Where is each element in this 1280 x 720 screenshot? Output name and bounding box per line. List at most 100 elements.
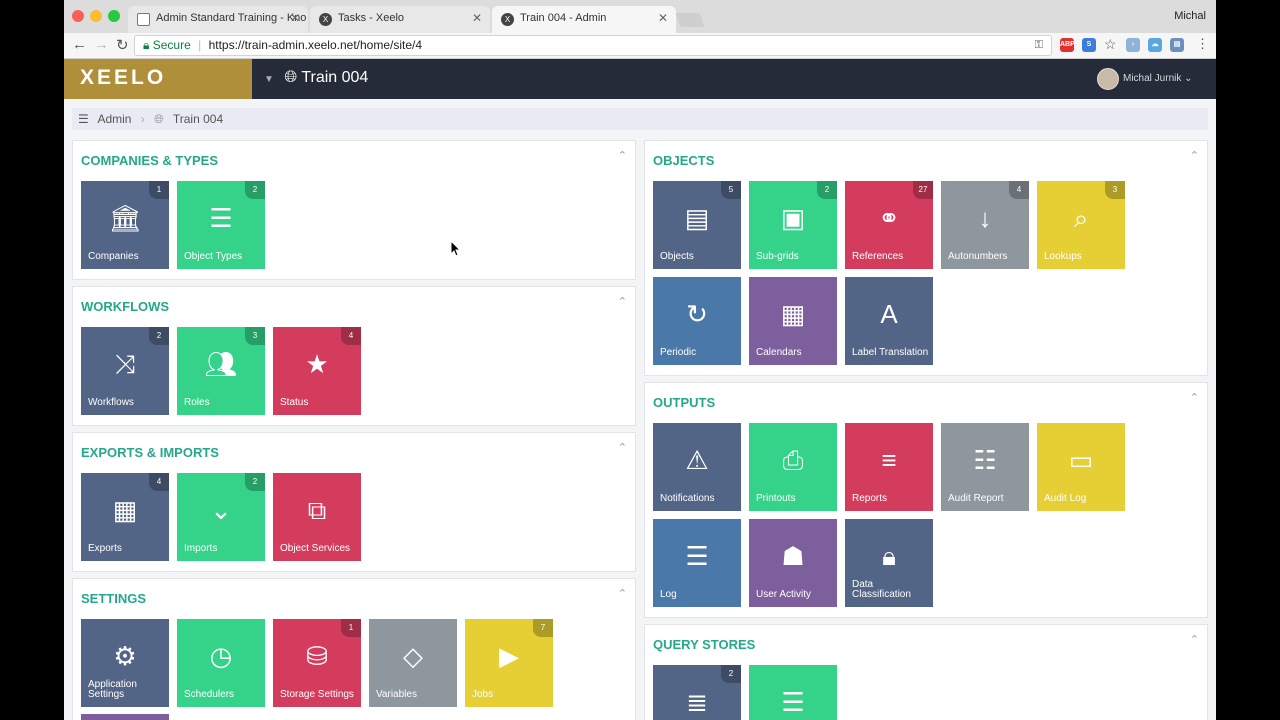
chevron-up-icon[interactable]: ⌃ <box>618 295 627 308</box>
separator: | <box>198 38 202 52</box>
tile-periodic[interactable]: ↻ Periodic <box>653 277 741 365</box>
tile-calendars[interactable]: ▦ Calendars <box>749 277 837 365</box>
panel-title: EXPORTS & IMPORTS <box>81 445 219 460</box>
tile-log[interactable]: ☰ Log <box>653 519 741 607</box>
xeelo-logo[interactable]: XEELO <box>64 59 252 99</box>
panel-title: OBJECTS <box>653 153 715 168</box>
translate-icon: A <box>880 299 898 329</box>
chevron-up-icon[interactable]: ⌃ <box>1190 149 1199 162</box>
refresh-icon: ↻ <box>686 299 708 329</box>
tile-label: Object Types <box>184 251 243 262</box>
tab-train-admin[interactable]: X Train 004 - Admin ✕ <box>492 6 676 33</box>
tile-exports[interactable]: 4 ▦ Exports <box>81 473 169 561</box>
panel-title: WORKFLOWS <box>81 299 170 314</box>
tile-jobs[interactable]: 7 ▶ Jobs <box>465 619 553 707</box>
link-icon: ⚭ <box>878 203 900 233</box>
avatar[interactable] <box>1097 68 1119 90</box>
star-icon[interactable]: ☆ <box>1104 36 1117 53</box>
tile-status[interactable]: 4 ★ Status <box>273 327 361 415</box>
tile-printouts[interactable]: ⎙ Printouts <box>749 423 837 511</box>
site-selector[interactable]: ▼ 🌐︎ Train 004 <box>264 69 368 87</box>
user-menu[interactable]: Michal Jurnik ⌄ <box>1123 73 1193 84</box>
extension-icon[interactable]: › <box>1126 38 1140 52</box>
count-badge: 5 <box>721 181 741 199</box>
tile-objects[interactable]: 5 ▤ Objects <box>653 181 741 269</box>
close-window-button[interactable] <box>72 10 84 22</box>
tile-user-activity[interactable]: ☗ User Activity <box>749 519 837 607</box>
tile-storage-settings[interactable]: 1 ⛁ Storage Settings <box>273 619 361 707</box>
forward-arrow-icon[interactable]: → <box>94 36 109 53</box>
tile-references[interactable]: 27 ⚭ References <box>845 181 933 269</box>
tile-label-translation[interactable]: A Label Translation <box>845 277 933 365</box>
tile-roles[interactable]: 3 👥︎ Roles <box>177 327 265 415</box>
chrome-profile-name[interactable]: Michal <box>1174 10 1206 22</box>
chevron-up-icon[interactable]: ⌃ <box>1190 391 1199 404</box>
list-icon: ☰ <box>209 203 233 233</box>
cloud-icon[interactable]: ☁ <box>1148 38 1162 52</box>
panel-exports-imports: EXPORTS & IMPORTS ⌃ 4 ▦ Exports 2 ⌄ Imports ⧉ O… <box>72 432 636 572</box>
tile-item-0[interactable]: 2 ≣ <box>653 665 741 720</box>
close-tab-icon[interactable]: ✕ <box>290 11 300 25</box>
tile-audit-report[interactable]: ☷ Audit Report <box>941 423 1029 511</box>
bank-icon: 🏛︎ <box>108 203 142 233</box>
tile-label: Schedulers <box>184 689 235 700</box>
tile-schedulers[interactable]: ◷ Schedulers <box>177 619 265 707</box>
tile-workflows[interactable]: 2 ⤨ Workflows <box>81 327 169 415</box>
tile-label: Notifications <box>660 493 715 504</box>
count-badge: 1 <box>149 181 169 199</box>
breadcrumb-admin[interactable]: Admin <box>97 112 131 126</box>
tile-notifications[interactable]: ⚠ Notifications <box>653 423 741 511</box>
tile-object-services[interactable]: ⧉ Object Services <box>273 473 361 561</box>
tile-partial[interactable] <box>81 714 169 720</box>
tab-tasks[interactable]: X Tasks - Xeelo ✕ <box>310 6 490 33</box>
sort-numeric-icon: ↓ <box>978 203 992 233</box>
back-arrow-icon[interactable]: ← <box>72 36 87 53</box>
printer-icon: ⎙ <box>782 445 804 475</box>
tile-imports[interactable]: 2 ⌄ Imports <box>177 473 265 561</box>
chevron-up-icon[interactable]: ⌃ <box>1190 633 1199 646</box>
count-badge: 27 <box>913 181 933 199</box>
adblock-icon[interactable]: ABP <box>1060 38 1075 52</box>
chevron-up-icon[interactable]: ⌃ <box>618 441 627 454</box>
chevron-up-icon[interactable]: ⌃ <box>618 149 627 162</box>
maximize-window-button[interactable] <box>108 10 120 22</box>
tile-label: Label Translation <box>852 347 929 358</box>
tile-data-classification[interactable]: 🔒︎ Data Classification <box>845 519 933 607</box>
extension-icon[interactable]: ▤ <box>1170 38 1184 52</box>
key-icon[interactable]: ⚿ <box>1035 36 1043 55</box>
minimize-window-button[interactable] <box>90 10 102 22</box>
tile-label: Status <box>280 397 309 408</box>
tile-label: Audit Log <box>1044 493 1087 504</box>
tile-autonumbers[interactable]: 4 ↓ Autonumbers <box>941 181 1029 269</box>
close-tab-icon[interactable]: ✕ <box>472 11 482 25</box>
star-icon: ★ <box>305 349 329 379</box>
app-header: XEELO ▼ 🌐︎ Train 004 Michal Jurnik ⌄ <box>64 59 1216 99</box>
breadcrumb-site[interactable]: Train 004 <box>173 112 223 126</box>
tile-variables[interactable]: ◇ Variables <box>369 619 457 707</box>
tile-label: User Activity <box>756 589 812 600</box>
new-tab-button[interactable] <box>675 13 705 27</box>
tile-companies[interactable]: 1 🏛︎ Companies <box>81 181 169 269</box>
extension-icon[interactable]: S <box>1082 38 1096 52</box>
tile-application-settings[interactable]: ⚙ Application Settings <box>81 619 169 707</box>
chevron-up-icon[interactable]: ⌃ <box>618 587 627 600</box>
tile-reports[interactable]: ≡ Reports <box>845 423 933 511</box>
address-bar[interactable]: 🔒︎ Secure | https://train-admin.xeelo.ne… <box>134 35 1052 56</box>
user-name: Michal Jurnik <box>1123 73 1182 84</box>
menu-dots-icon[interactable]: ⋮ <box>1196 36 1209 52</box>
clock-icon: ◷ <box>209 641 233 671</box>
numbered-list-icon: ☷ <box>973 445 997 475</box>
tile-object-types[interactable]: 2 ☰ Object Types <box>177 181 265 269</box>
tile-label: Objects <box>660 251 694 262</box>
tile-audit-log[interactable]: ▭ Audit Log <box>1037 423 1125 511</box>
close-tab-icon[interactable]: ✕ <box>658 11 668 25</box>
globe-icon: 🌐︎ <box>154 112 164 126</box>
tile-sub-grids[interactable]: 2 ▣ Sub-grids <box>749 181 837 269</box>
tile-item-1[interactable]: ☰ <box>749 665 837 720</box>
server-icon: ☰ <box>685 541 709 571</box>
tile-lookups[interactable]: 3 ⌕ Lookups <box>1037 181 1125 269</box>
count-badge: 1 <box>341 619 361 637</box>
play-icon: ▶ <box>499 641 519 671</box>
tab-knowledge[interactable]: Admin Standard Training - Kno ✕ <box>128 6 308 33</box>
reload-icon[interactable]: ↻ <box>116 36 129 54</box>
